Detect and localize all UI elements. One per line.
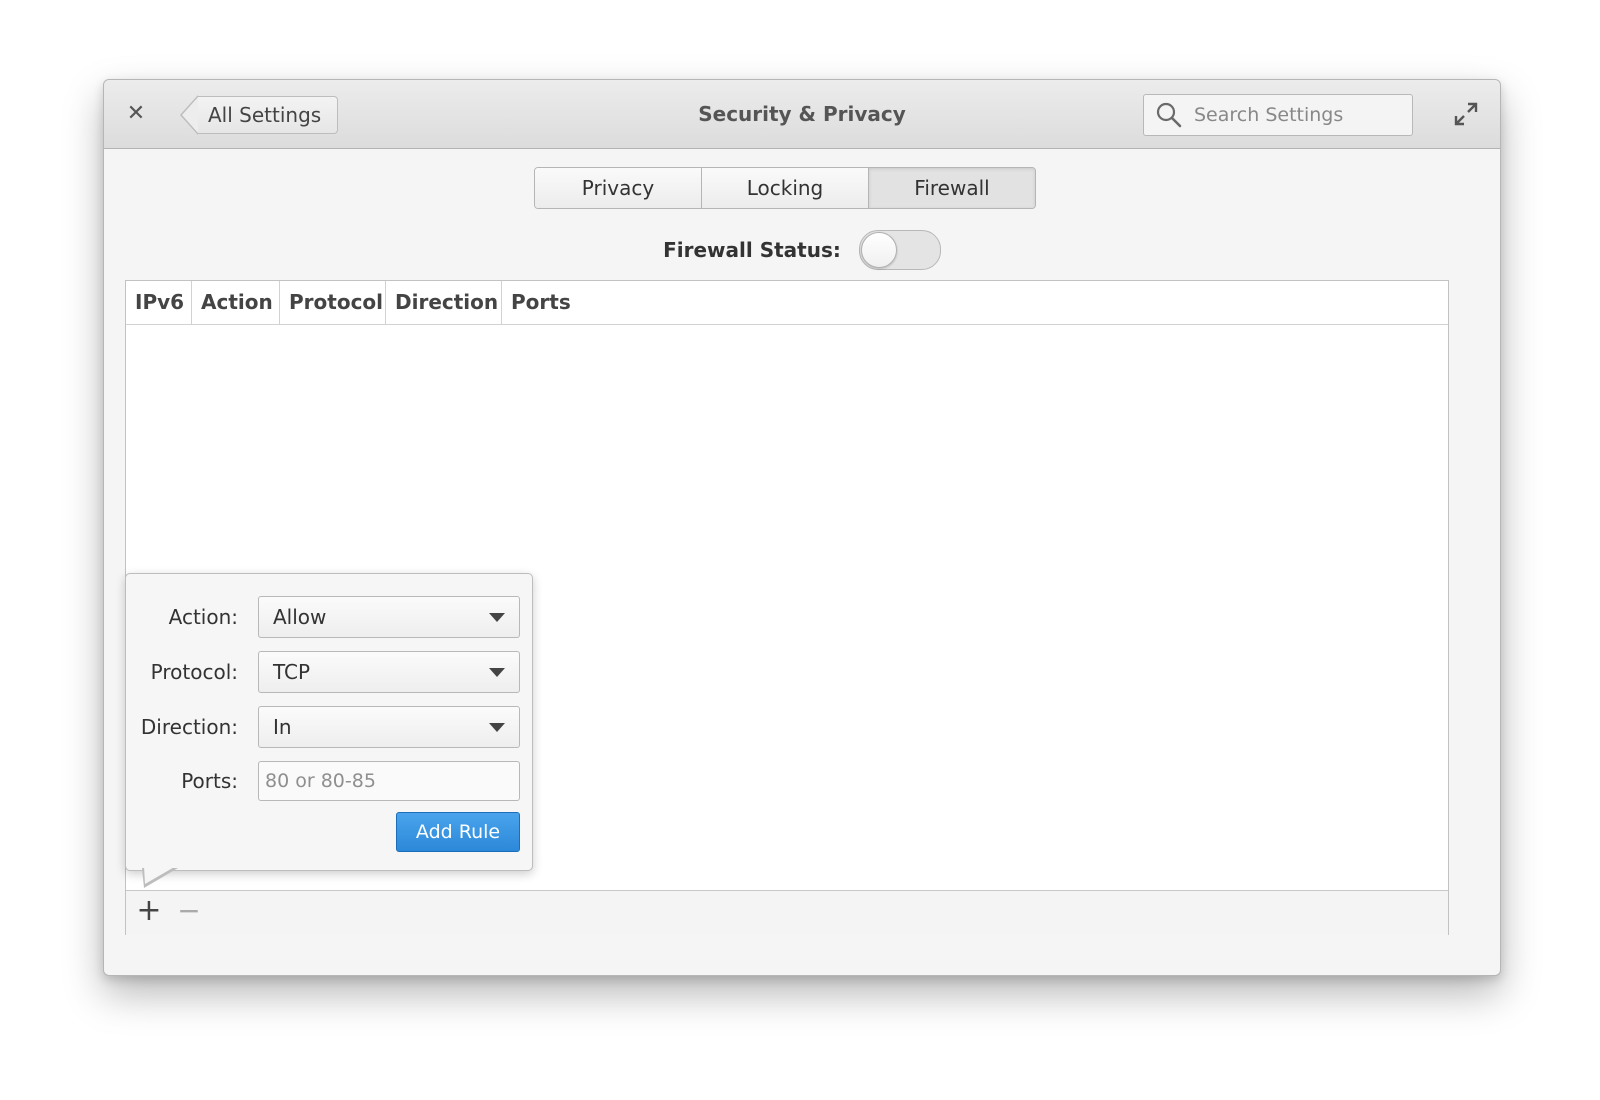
firewall-status-label: Firewall Status: xyxy=(663,238,841,262)
tab-locking[interactable]: Locking xyxy=(702,168,869,208)
tab-privacy[interactable]: Privacy xyxy=(535,168,702,208)
search-input[interactable] xyxy=(1192,103,1406,127)
firewall-status-row: Firewall Status: xyxy=(104,228,1500,272)
plus-icon: + xyxy=(136,893,162,928)
back-arrow-icon xyxy=(180,95,198,135)
close-button[interactable]: ✕ xyxy=(122,100,150,128)
action-label: Action: xyxy=(168,605,238,629)
column-header-ports[interactable]: Ports xyxy=(502,281,1448,324)
direction-value: In xyxy=(273,715,292,739)
column-header-ipv6[interactable]: IPv6 xyxy=(126,281,192,324)
firewall-toggle[interactable] xyxy=(858,230,941,270)
ports-input[interactable] xyxy=(258,761,520,801)
action-select[interactable]: Allow xyxy=(258,596,520,638)
column-header-action[interactable]: Action xyxy=(192,281,280,324)
maximize-icon[interactable] xyxy=(1452,100,1480,128)
protocol-label: Protocol: xyxy=(150,660,238,684)
search-icon xyxy=(1156,102,1182,128)
add-rule-popover: Action: Allow Protocol: TCP Direction: I… xyxy=(125,573,533,888)
chevron-down-icon xyxy=(489,722,505,732)
search-box[interactable] xyxy=(1143,94,1413,136)
protocol-select[interactable]: TCP xyxy=(258,651,520,693)
column-header-direction[interactable]: Direction xyxy=(386,281,502,324)
close-icon: ✕ xyxy=(126,101,146,126)
column-header-protocol[interactable]: Protocol xyxy=(280,281,386,324)
chevron-down-icon xyxy=(489,612,505,622)
protocol-row: Protocol: TCP xyxy=(126,650,532,694)
popover-pointer xyxy=(142,866,178,888)
table-header: IPv6 Action Protocol Direction Ports xyxy=(126,281,1448,325)
toggle-knob xyxy=(860,232,897,268)
direction-row: Direction: In xyxy=(126,705,532,749)
action-value: Allow xyxy=(273,605,327,629)
settings-window: ✕ All Settings Security & Privacy Privac… xyxy=(103,79,1501,976)
action-row: Action: Allow xyxy=(126,595,532,639)
chevron-down-icon xyxy=(489,667,505,677)
all-settings-button[interactable]: All Settings xyxy=(180,95,339,135)
ports-row: Ports: xyxy=(126,759,532,803)
tab-bar: Privacy Locking Firewall xyxy=(534,167,1036,209)
all-settings-label: All Settings xyxy=(198,96,339,134)
direction-label: Direction: xyxy=(140,715,238,739)
direction-select[interactable]: In xyxy=(258,706,520,748)
table-toolbar: + − xyxy=(126,890,1448,935)
ports-label: Ports: xyxy=(181,769,238,793)
minus-icon: − xyxy=(177,894,201,927)
remove-rule-button[interactable]: − xyxy=(174,897,204,927)
add-rule-button[interactable]: + xyxy=(134,896,164,927)
add-rule-submit-button[interactable]: Add Rule xyxy=(396,812,520,852)
titlebar: ✕ All Settings Security & Privacy xyxy=(104,80,1500,149)
protocol-value: TCP xyxy=(273,660,311,684)
tab-firewall[interactable]: Firewall xyxy=(869,168,1035,208)
